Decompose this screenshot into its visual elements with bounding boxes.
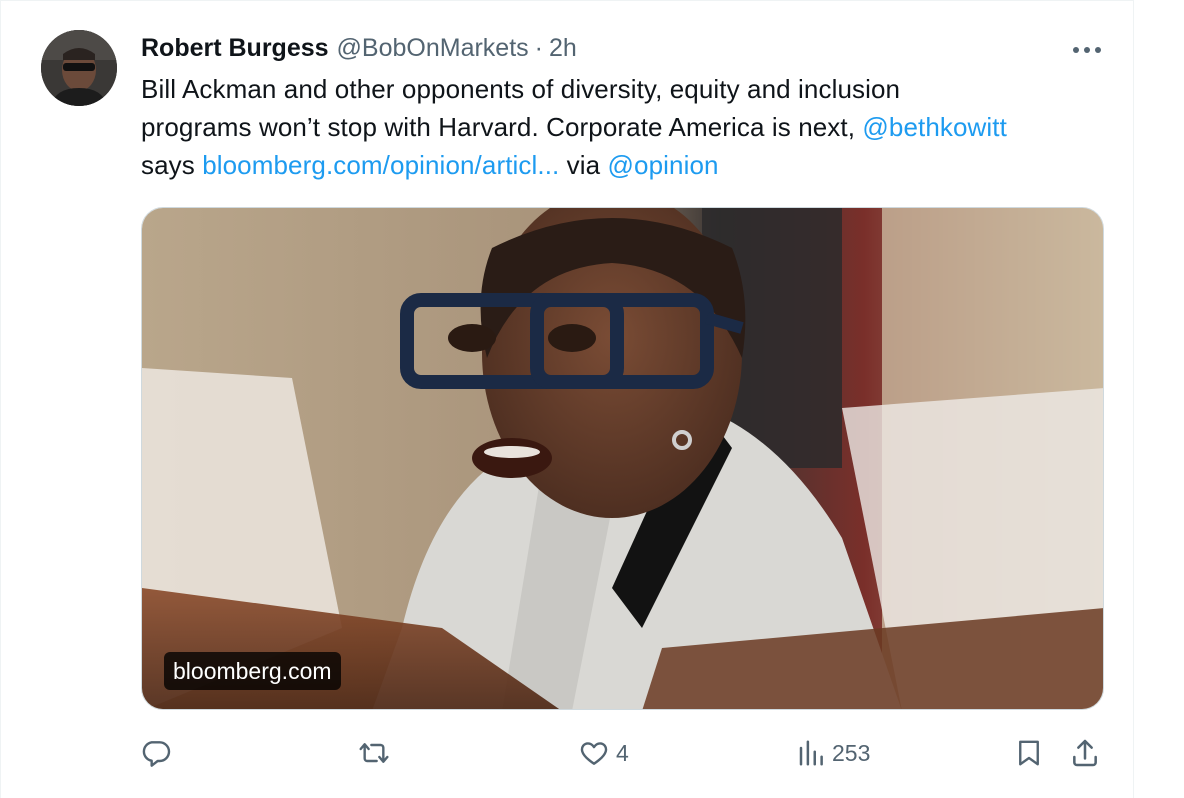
share-icon (1073, 739, 1097, 767)
tweet-text-segment: via (559, 150, 608, 180)
mention-link[interactable]: @opinion (608, 150, 719, 180)
avatar-image (41, 30, 117, 106)
action-bar: 4 253 (1, 729, 1135, 777)
like-button[interactable]: 4 (578, 729, 629, 777)
bookmark-button[interactable] (1014, 729, 1044, 777)
tweet-text-line: programs won’t stop with Harvard. Corpor… (141, 108, 1116, 146)
tweet-header: Robert Burgess @BobOnMarkets · 2h (141, 31, 577, 65)
reply-button[interactable] (141, 729, 179, 777)
author-handle[interactable]: @BobOnMarkets (337, 34, 529, 63)
link-preview-card[interactable]: bloomberg.com (141, 207, 1104, 710)
more-options-button[interactable] (1065, 35, 1109, 65)
mention-link[interactable]: @bethkowitt (862, 112, 1007, 142)
views-chart-icon (799, 740, 823, 766)
views-button[interactable]: 253 (796, 729, 870, 777)
tweet-text-line: says bloomberg.com/opinion/articl... via… (141, 146, 1116, 184)
reply-icon (142, 741, 171, 767)
avatar[interactable] (41, 30, 117, 106)
author-display-name[interactable]: Robert Burgess (141, 34, 329, 63)
preview-photo (142, 208, 1103, 709)
tweet-text-line: Bill Ackman and other opponents of diver… (141, 74, 901, 104)
tweet-text: Bill Ackman and other opponents of diver… (141, 70, 1116, 184)
domain-badge: bloomberg.com (164, 652, 341, 690)
tweet-text-segment: programs won’t stop with Harvard. Corpor… (141, 112, 863, 142)
retweet-button[interactable] (357, 729, 397, 777)
article-link[interactable]: bloomberg.com/opinion/articl... (202, 150, 559, 180)
heart-icon (580, 742, 608, 765)
tweet-text-segment: says (141, 150, 203, 180)
retweet-icon (359, 743, 389, 763)
tweet-timestamp[interactable]: 2h (549, 34, 577, 63)
like-count: 4 (616, 739, 629, 766)
more-icon (1073, 47, 1101, 53)
separator-dot: · (534, 33, 543, 62)
views-count: 253 (832, 739, 871, 766)
share-button[interactable] (1069, 729, 1101, 777)
bookmark-icon (1019, 740, 1039, 766)
tweet-card[interactable]: Robert Burgess @BobOnMarkets · 2h Bill A… (0, 0, 1134, 798)
